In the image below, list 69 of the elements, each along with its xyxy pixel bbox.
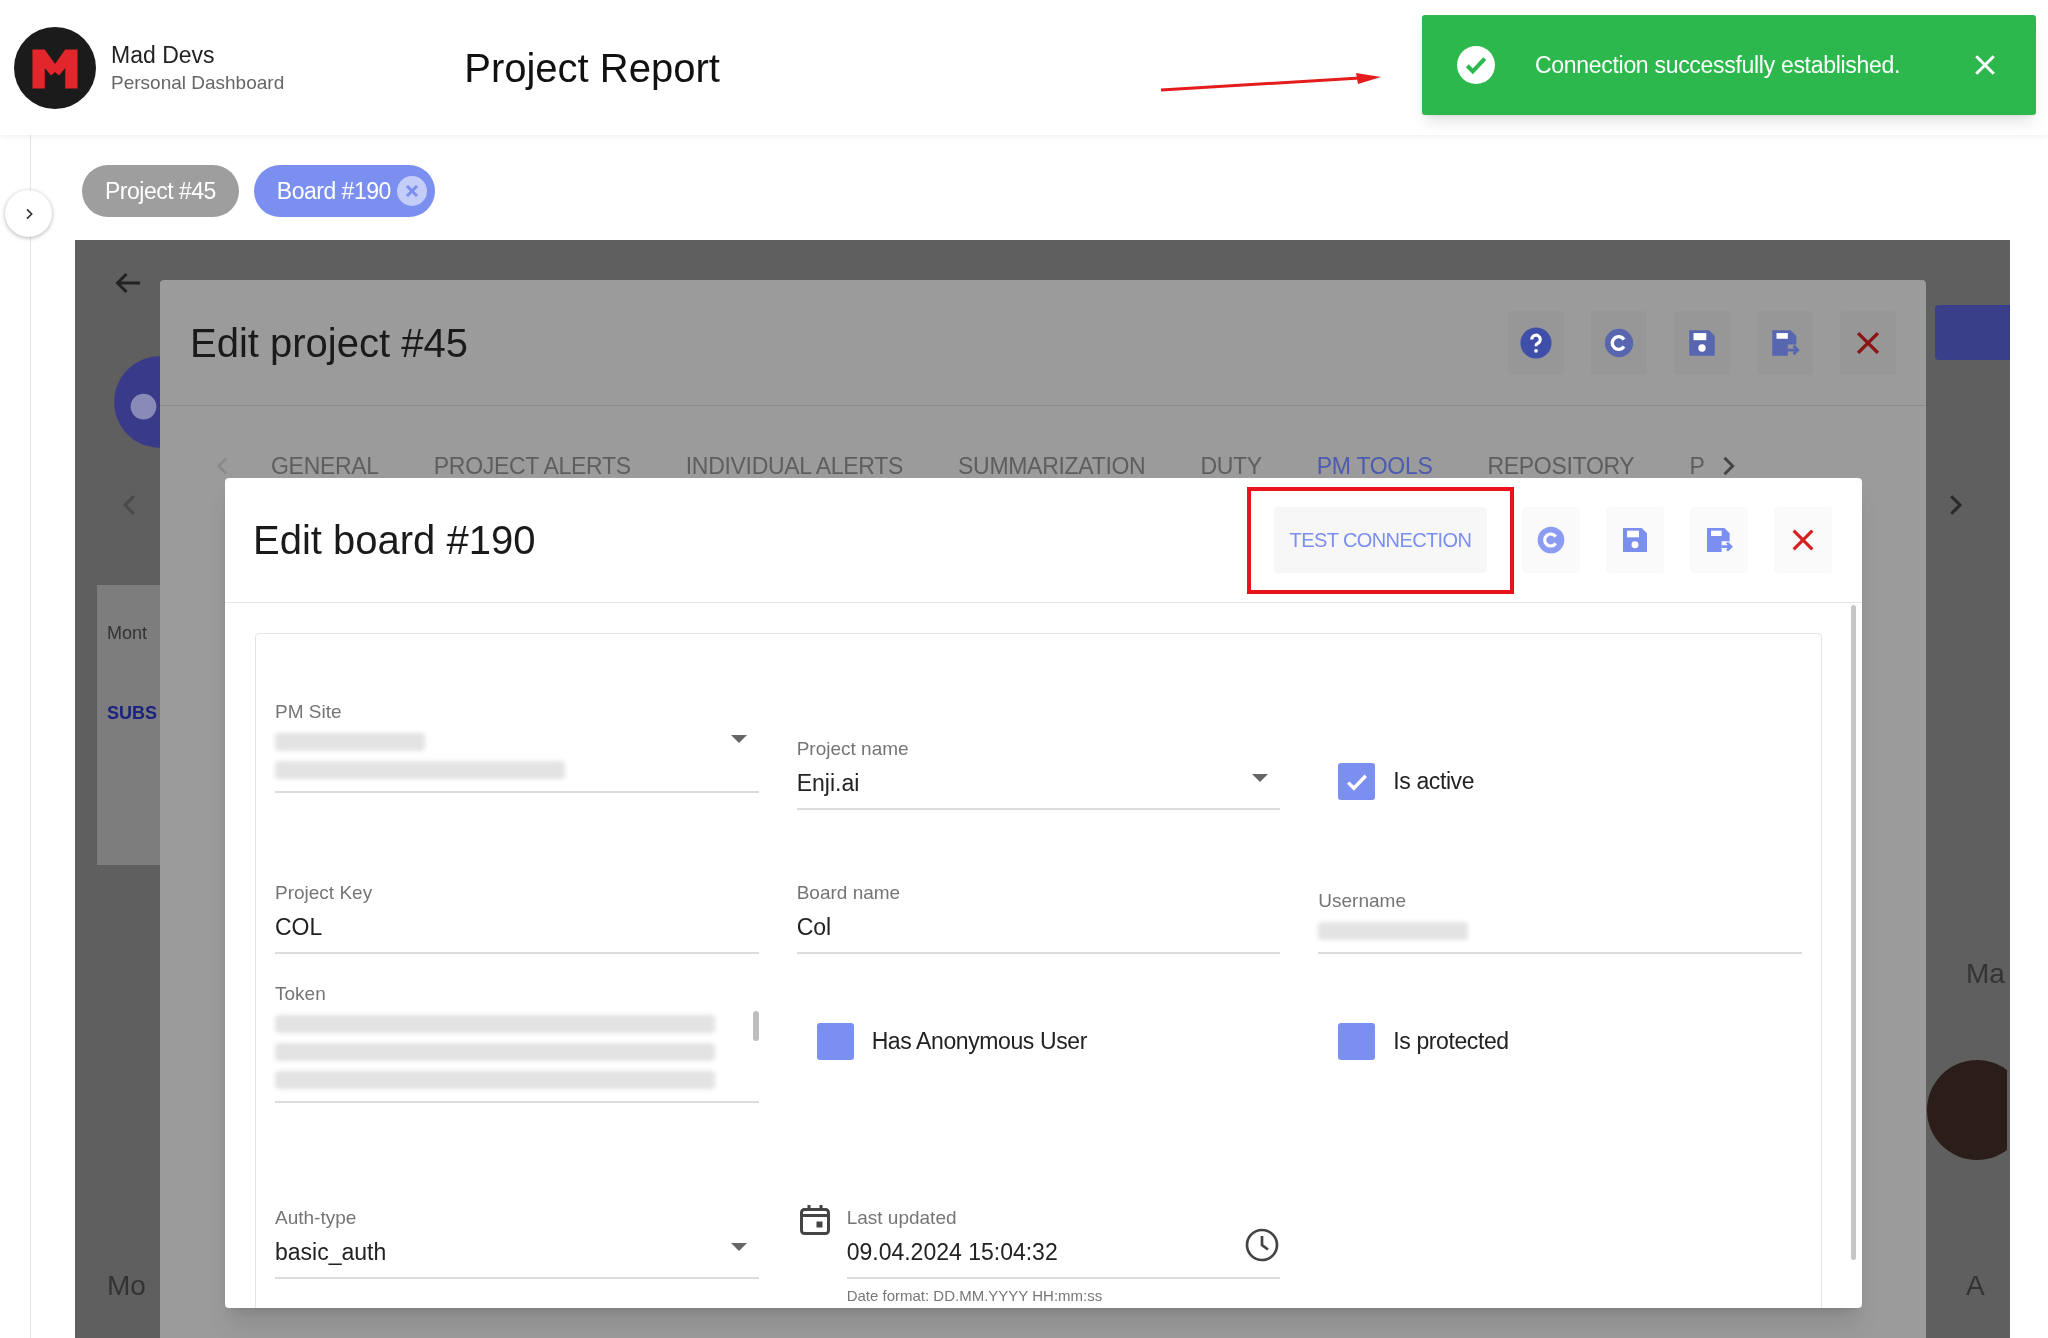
save-button[interactable] — [1606, 507, 1664, 573]
dropdown-caret-icon[interactable] — [730, 735, 747, 743]
test-connection-button[interactable]: TEST CONNECTION — [1273, 507, 1488, 573]
tab[interactable]: PM TOOLS — [1316, 448, 1433, 484]
avatar-icon — [1927, 1060, 2007, 1160]
field-label: Auth-type — [275, 1206, 358, 1230]
save-as-button[interactable] — [1690, 507, 1748, 573]
close-button[interactable] — [1774, 507, 1832, 573]
refresh-button[interactable] — [1522, 507, 1580, 573]
tab[interactable]: P — [1689, 448, 1705, 484]
tab[interactable]: PROJECT ALERTS — [433, 448, 631, 484]
refresh-icon — [1535, 524, 1567, 556]
checkbox[interactable] — [1338, 1023, 1376, 1060]
input-field[interactable]: Board name Col — [796, 880, 1281, 954]
check-circle-icon — [1457, 46, 1495, 84]
close-button[interactable] — [1840, 310, 1896, 375]
field-label: Project name — [796, 737, 910, 761]
select-field[interactable]: Auth-type basic_auth — [275, 1205, 759, 1279]
select-field[interactable]: PM Site — [275, 699, 759, 793]
checkbox-label: Is protected — [1393, 1027, 1509, 1057]
filter-chip[interactable]: Board #190 — [253, 165, 435, 217]
clock-icon[interactable] — [1244, 1227, 1281, 1263]
field-value: COL — [275, 913, 323, 942]
save-button[interactable] — [1674, 310, 1730, 375]
tab[interactable]: GENERAL — [271, 448, 379, 484]
arrow-icon — [1160, 72, 1382, 94]
page-title: Project Report — [464, 44, 720, 92]
tab[interactable]: REPOSITORY — [1487, 448, 1635, 484]
scrollbar[interactable] — [1851, 605, 1856, 1260]
brand-subtitle: Personal Dashboard — [111, 70, 285, 95]
checkbox-label: Is active — [1393, 767, 1475, 797]
scrollbar[interactable] — [752, 1010, 759, 1041]
checkbox[interactable] — [1338, 763, 1376, 800]
dropdown-caret-icon[interactable] — [1252, 774, 1269, 782]
select-field[interactable]: Project name Enji.ai — [796, 736, 1281, 810]
field-value: Enji.ai — [796, 769, 860, 798]
field-label: Project Key — [275, 881, 374, 905]
help-icon — [1519, 325, 1553, 360]
refresh-button[interactable] — [1591, 310, 1647, 375]
input-field[interactable]: Username — [1318, 888, 1802, 954]
tab[interactable]: DUTY — [1200, 448, 1262, 484]
field-label: PM Site — [275, 700, 343, 724]
brand-name: Mad Devs — [111, 40, 216, 70]
tab[interactable]: INDIVIDUAL ALERTS — [685, 448, 904, 484]
checkbox[interactable] — [816, 1023, 854, 1060]
field-label: Username — [1318, 889, 1407, 913]
background-text: Mont — [107, 622, 148, 645]
modal-title: Edit board #190 — [253, 517, 536, 564]
tab[interactable]: SUMMARIZATION — [958, 448, 1146, 484]
field-label: Token — [275, 981, 327, 1006]
filter-chip[interactable]: Project #45 — [82, 165, 239, 217]
modal-title: Edit project #45 — [190, 319, 468, 367]
helper-text: Date format: DD.MM.YYYY HH:mm:ss — [846, 1286, 1103, 1306]
dropdown-caret-icon[interactable] — [730, 1243, 747, 1251]
remove-icon[interactable] — [396, 176, 427, 206]
input-field[interactable]: Project Key COL — [275, 880, 759, 954]
field-value: 09.04.2024 15:04:32 — [846, 1238, 1058, 1267]
logo-icon — [14, 26, 96, 109]
field-label: Last updated — [846, 1206, 958, 1230]
help-button[interactable] — [1508, 310, 1564, 375]
background-text: SUBS — [107, 702, 157, 725]
field-label: Board name — [796, 881, 902, 905]
field-value: basic_auth — [275, 1238, 387, 1267]
field-value: Col — [796, 913, 832, 942]
input-field[interactable]: Last updated 09.04.2024 15:04:32 — [846, 1205, 1281, 1279]
checkbox-label: Has Anonymous User — [871, 1027, 1087, 1057]
toast-message: Connection successfully established. — [1535, 50, 1901, 80]
input-field[interactable]: Token — [275, 980, 759, 1103]
save-as-button[interactable] — [1757, 310, 1813, 375]
